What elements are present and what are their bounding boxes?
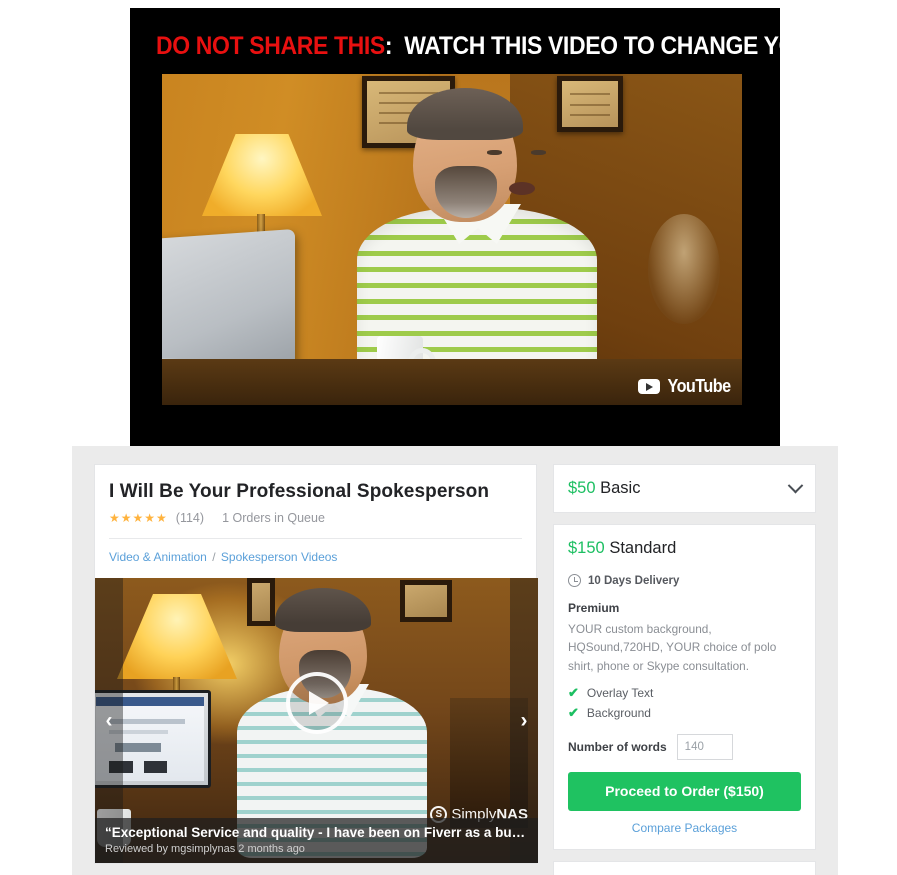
package-header-standard[interactable]: $150 Standard xyxy=(554,525,815,572)
package-body-standard: 10 Days Delivery Premium YOUR custom bac… xyxy=(554,574,815,849)
banner-headline: DO NOT SHARE THIS: WATCH THIS VIDEO TO C… xyxy=(156,32,891,61)
page-title: I Will Be Your Professional Spokesperson xyxy=(109,481,490,502)
package-card-basic: $50 Basic xyxy=(553,464,816,513)
carousel-lamp-shade xyxy=(117,594,237,679)
package-title-basic: $50 Basic xyxy=(568,479,640,498)
testimonial-meta: Reviewed by mgsimplynas 2 months ago xyxy=(105,843,305,855)
package-price-standard: $150 xyxy=(568,539,605,557)
check-icon: ✔ xyxy=(568,685,579,701)
promo-video-banner: DO NOT SHARE THIS: WATCH THIS VIDEO TO C… xyxy=(130,8,891,446)
testimonial-overlay: “Exceptional Service and quality - I hav… xyxy=(95,818,538,863)
promo-video-still[interactable]: YouTube xyxy=(162,74,742,405)
delivery-time: 10 Days Delivery xyxy=(568,574,801,587)
star-rating-icon: ★★★★★ xyxy=(109,511,168,525)
package-sidebar: $50 Basic $150 Standard 10 Days Delivery… xyxy=(553,464,816,875)
breadcrumb-category-link[interactable]: Video & Animation xyxy=(109,550,207,564)
package-feature: ✔ Overlay Text xyxy=(568,686,801,700)
check-icon: ✔ xyxy=(568,705,579,721)
youtube-play-icon xyxy=(637,379,660,394)
package-header-premium[interactable]: $200 Premium xyxy=(554,862,815,875)
page-root: DO NOT SHARE THIS: WATCH THIS VIDEO TO C… xyxy=(0,0,897,875)
package-feature-label: Background xyxy=(586,705,651,720)
laptop xyxy=(162,228,295,380)
gig-page-content: I Will Be Your Professional Spokesperson… xyxy=(72,446,838,875)
number-of-words-input[interactable] xyxy=(676,733,733,760)
package-title-standard: $150 Standard xyxy=(568,539,676,558)
spokesperson-hair xyxy=(407,88,523,140)
chevron-down-icon[interactable] xyxy=(787,477,804,494)
package-header-basic[interactable]: $50 Basic xyxy=(554,465,815,512)
youtube-label: YouTube xyxy=(667,376,731,396)
carousel-spokesperson-hair xyxy=(275,588,371,632)
banner-headline-colon: : xyxy=(384,32,393,60)
banner-headline-white: WATCH THIS VIDEO TO CHANGE YOUR LIFE! xyxy=(404,32,891,60)
breadcrumb-separator: / xyxy=(212,550,216,564)
breadcrumb: Video & Animation / Spokesperson Videos xyxy=(109,539,522,578)
package-name-standard: Standard xyxy=(609,539,677,557)
package-subtitle: Premium xyxy=(568,601,620,615)
compare-packages-link[interactable]: Compare Packages xyxy=(568,821,801,835)
testimonial-quote: “Exceptional Service and quality - I hav… xyxy=(105,825,528,840)
decorative-plant xyxy=(648,214,720,324)
package-price-basic: $50 xyxy=(568,479,596,497)
delivery-label: 10 Days Delivery xyxy=(588,574,680,587)
youtube-watermark[interactable]: YouTube xyxy=(637,376,734,397)
gig-detail-card: I Will Be Your Professional Spokesperson… xyxy=(94,464,538,864)
banner-headline-red: DO NOT SHARE THIS xyxy=(156,32,385,60)
package-card-standard: $150 Standard 10 Days Delivery Premium Y… xyxy=(553,524,816,850)
package-feature-label: Overlay Text xyxy=(586,685,654,700)
proceed-to-order-button[interactable]: Proceed to Order ($150) xyxy=(568,771,801,811)
package-feature: ✔ Background xyxy=(568,706,801,720)
number-of-words-row: Number of words xyxy=(568,733,801,760)
package-feature-list: ✔ Overlay Text ✔ Background xyxy=(568,686,801,720)
breadcrumb-subcategory-link[interactable]: Spokesperson Videos xyxy=(221,550,338,564)
package-card-premium: $200 Premium xyxy=(553,860,816,875)
gig-media-carousel[interactable]: ‹ › S SimplyNAS “Exceptional Service and… xyxy=(95,578,538,863)
package-name-basic: Basic xyxy=(600,479,641,497)
play-button-icon[interactable] xyxy=(285,672,348,735)
video-scene-background: YouTube xyxy=(162,74,742,405)
package-description: YOUR custom background, HQSound,720HD, Y… xyxy=(568,622,777,673)
clock-icon xyxy=(568,574,581,587)
rating-row: ★★★★★ (114) 1 Orders in Queue xyxy=(109,511,522,525)
orders-in-queue: 1 Orders in Queue xyxy=(222,511,325,525)
rating-count: (114) xyxy=(175,511,205,525)
number-of-words-label: Number of words xyxy=(568,739,667,754)
